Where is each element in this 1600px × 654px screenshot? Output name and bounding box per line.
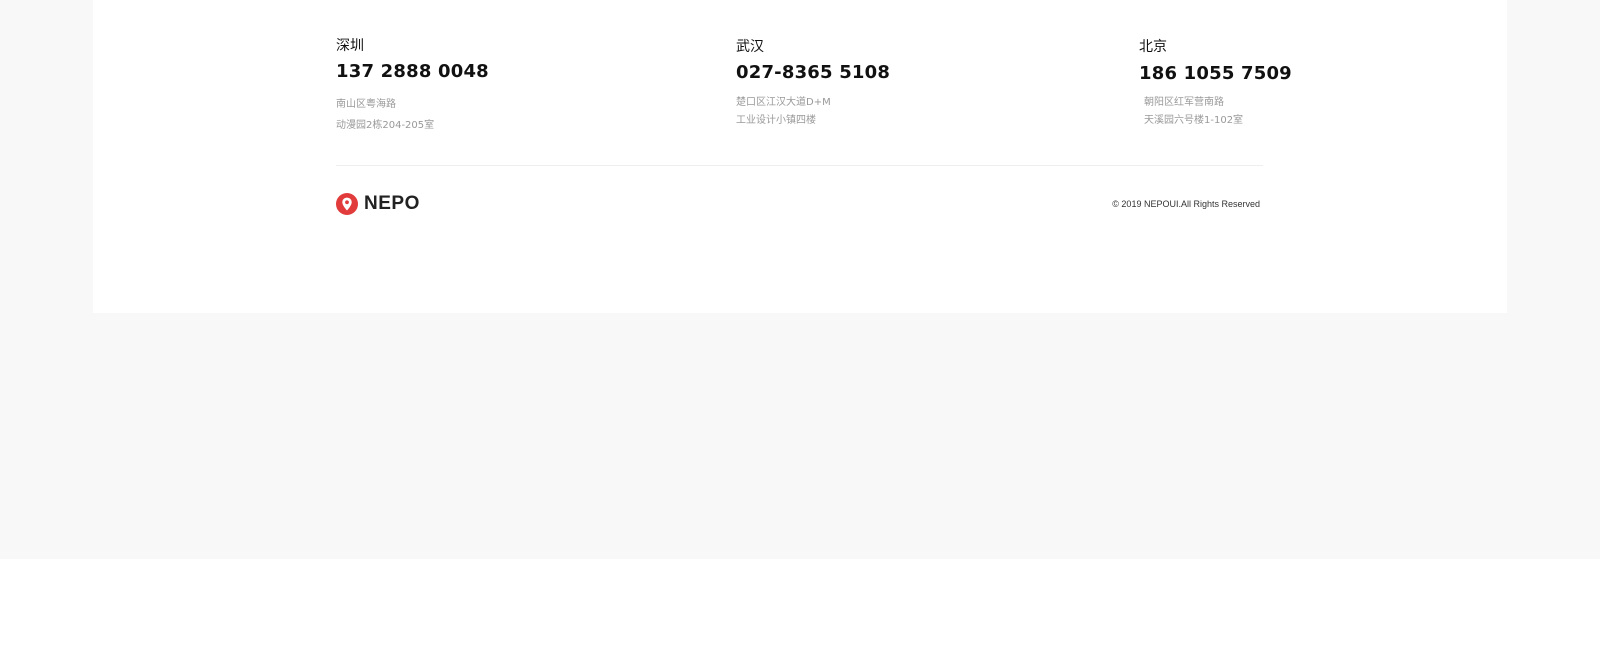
location-pin-icon [336, 193, 358, 215]
office-city: 深圳 [336, 38, 364, 54]
office-phone[interactable]: 027-8365 5108 [736, 61, 890, 85]
office-phone[interactable]: 137 2888 0048 [336, 60, 489, 84]
office-address-line-1: 朝阳区红军营南路 [1144, 97, 1224, 108]
office-city: 北京 [1139, 39, 1167, 55]
office-address-line-2: 天溪园六号楼1-102室 [1144, 115, 1244, 126]
footer-divider [336, 165, 1263, 166]
office-phone[interactable]: 186 1055 7509 [1139, 62, 1292, 86]
office-address-line-1: 南山区粤海路 [336, 99, 396, 110]
office-wuhan: 武汉 027-8365 5108 楚口区江汉大道D+M 工业设计小镇四楼 [736, 37, 890, 129]
office-address-line-1: 楚口区江汉大道D+M [736, 97, 831, 108]
office-city: 武汉 [736, 39, 764, 55]
office-address-line-2: 动漫园2栋204-205室 [336, 120, 435, 131]
copyright-text: © 2019 NEPOUI.All Rights Reserved [1112, 199, 1260, 209]
office-address-line-2: 工业设计小镇四楼 [736, 115, 816, 126]
brand-name: NEPO [364, 193, 420, 214]
footer-card: 深圳 137 2888 0048 南山区粤海路 动漫园2栋204-205室 武汉… [93, 0, 1507, 313]
brand-logo[interactable]: NEPO [336, 193, 420, 215]
office-beijing: 北京 186 1055 7509 朝阳区红军营南路 天溪园六号楼1-102室 [1139, 37, 1292, 129]
office-shenzhen: 深圳 137 2888 0048 南山区粤海路 动漫园2栋204-205室 [336, 36, 489, 134]
